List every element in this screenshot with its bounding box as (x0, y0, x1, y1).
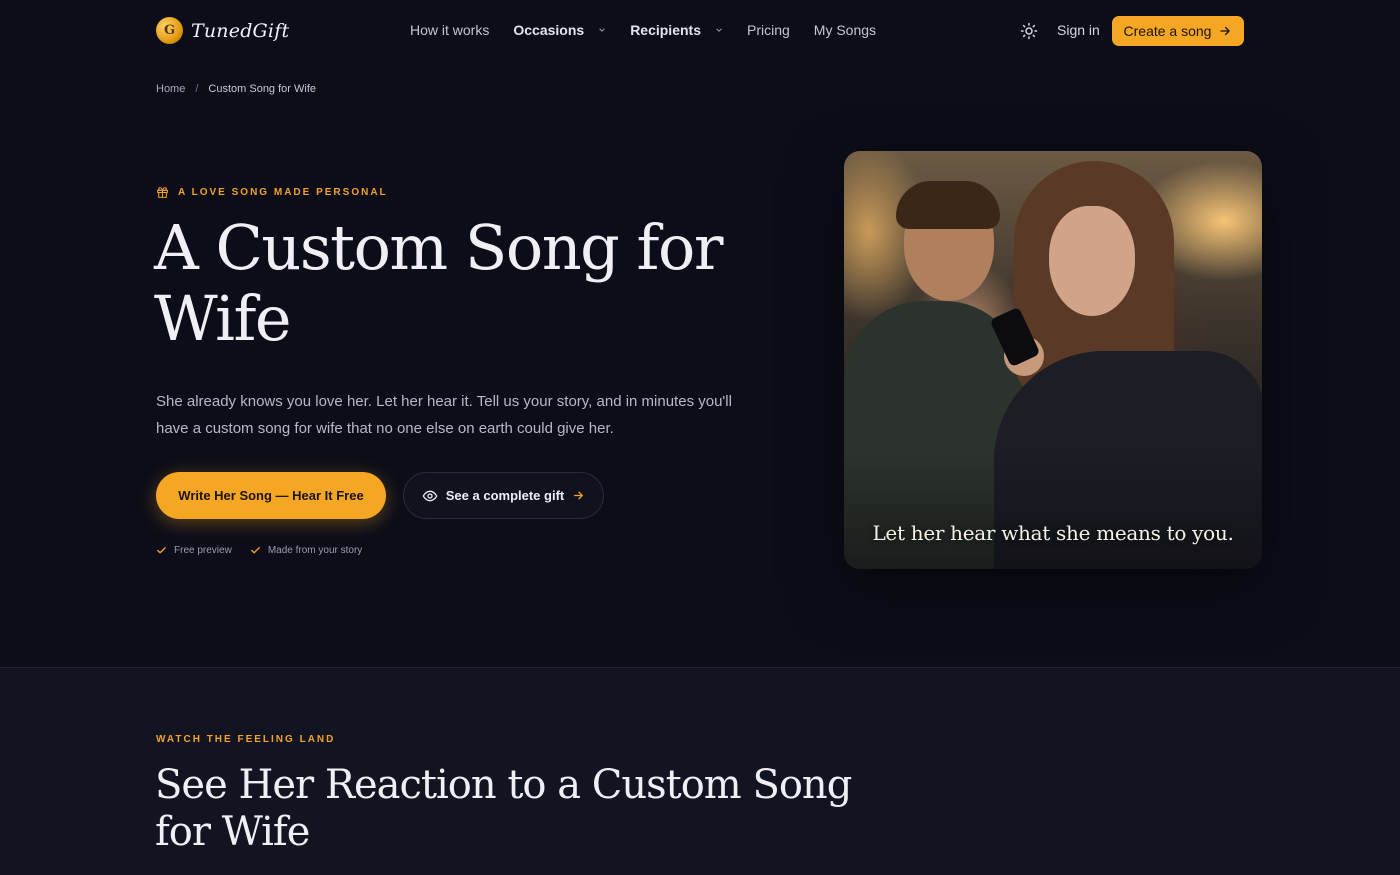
check-item-label: Made from your story (267, 545, 363, 556)
check-item-label: Free preview (174, 545, 232, 556)
see-complete-gift-label: See a complete gift (445, 488, 565, 503)
nav-recipients-label: Recipients (630, 22, 701, 38)
logo[interactable]: G TunedGift (156, 17, 289, 44)
check-item: Made from your story (250, 545, 362, 556)
create-song-label: Create a song (1123, 23, 1212, 39)
brand-name: TunedGift (191, 19, 290, 42)
photo-hair-man (896, 181, 1000, 229)
hero-eyebrow: A LOVE SONG MADE PERSONAL (156, 186, 388, 199)
nav-how-it-works[interactable]: How it works (410, 22, 489, 38)
chevron-down-icon (716, 28, 722, 32)
gift-icon (157, 187, 168, 198)
sign-in-link[interactable]: Sign in (1057, 22, 1100, 38)
breadcrumb: Home / Custom Song for Wife (156, 83, 316, 95)
reaction-eyebrow: WATCH THE FEELING LAND (156, 734, 336, 745)
check-icon (250, 547, 260, 554)
hero-subtitle: She already knows you love her. Let her … (156, 393, 732, 437)
breadcrumb-separator: / (195, 83, 199, 95)
nav-recipients-dropdown[interactable]: Recipients (630, 22, 723, 38)
breadcrumb-home[interactable]: Home (156, 83, 185, 95)
nav-links: How it works Occasions Recipients Pricin… (410, 22, 900, 38)
photo-face-woman (1049, 206, 1135, 316)
arrow-right-icon (574, 491, 584, 500)
write-her-song-button[interactable]: Write Her Song — Hear It Free (156, 472, 386, 519)
nav-my-songs[interactable]: My Songs (814, 22, 876, 38)
reaction-section: WATCH THE FEELING LAND See Her Reaction … (0, 667, 1400, 875)
eye-icon (422, 490, 438, 501)
nav-occasions-dropdown[interactable]: Occasions (513, 22, 606, 38)
logo-mark-letter: G (163, 23, 176, 38)
nav-occasions-label: Occasions (513, 22, 585, 38)
hero-photo: Let her hear what she means to you. (844, 151, 1262, 569)
check-item: Free preview (156, 545, 232, 556)
breadcrumb-current: Custom Song for Wife (208, 83, 316, 95)
chevron-down-icon (599, 28, 605, 32)
photo-shade (844, 449, 1262, 569)
nav-pricing[interactable]: Pricing (747, 22, 790, 38)
hero-title: A Custom Song for Wife (154, 211, 723, 355)
check-icon (157, 547, 166, 554)
sun-icon[interactable] (1020, 22, 1038, 40)
top-nav: G TunedGift How it works Occasions Recip… (0, 0, 1400, 62)
hero-checklist: Free preview Made from your story (156, 545, 362, 556)
see-complete-gift-button[interactable]: See a complete gift (403, 472, 604, 519)
hero-eyebrow-text: A LOVE SONG MADE PERSONAL (178, 187, 388, 198)
arrow-right-icon (1220, 26, 1231, 36)
logo-icon: G (156, 17, 183, 44)
write-her-song-label: Write Her Song — Hear It Free (178, 488, 364, 503)
create-song-button[interactable]: Create a song (1112, 16, 1244, 46)
reaction-title: See Her Reaction to a Custom Song for Wi… (155, 762, 852, 855)
photo-caption: Let her hear what she means to you. (872, 521, 1234, 545)
